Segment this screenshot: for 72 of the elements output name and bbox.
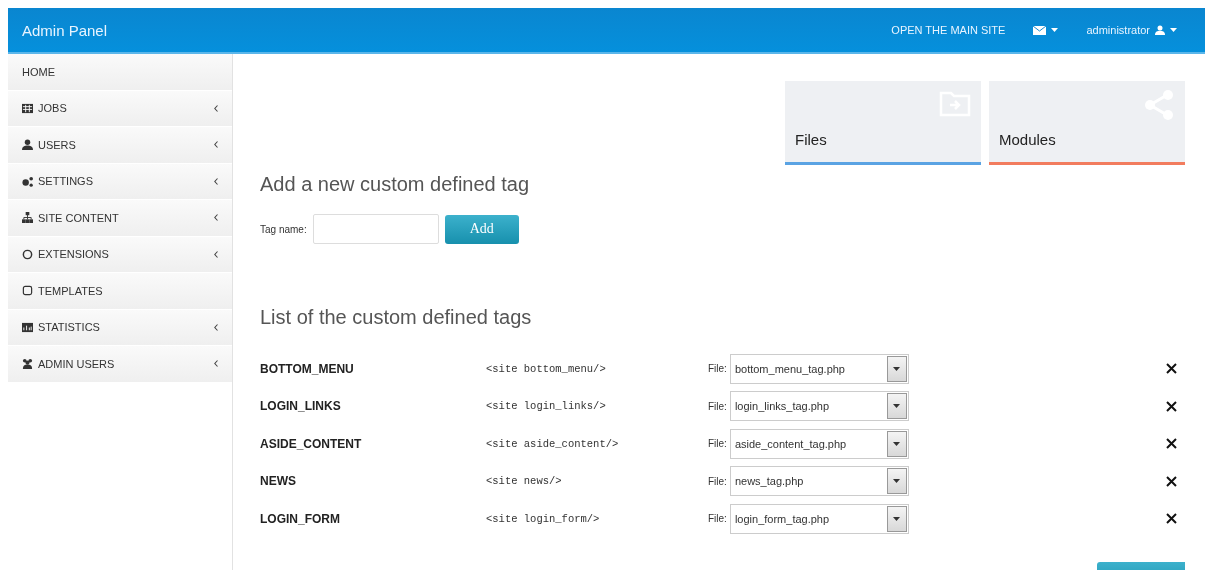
chevron-left-icon xyxy=(214,250,218,258)
sidebar-item[interactable]: EXTENSIONS xyxy=(8,236,232,273)
file-label: File: xyxy=(708,363,727,375)
sidebar-item[interactable]: SITE CONTENT xyxy=(8,200,232,237)
chevron-left-icon xyxy=(214,141,218,149)
caret-down-icon xyxy=(1051,28,1059,32)
tag-name: LOGIN_LINKS xyxy=(260,399,342,414)
sidebar-item[interactable]: TEMPLATES xyxy=(8,273,232,310)
delete-button[interactable] xyxy=(1166,513,1177,525)
sidebar-item[interactable]: HOME xyxy=(8,54,232,91)
messages-menu[interactable] xyxy=(1033,25,1059,35)
chevron-left-icon xyxy=(214,177,218,185)
user-icon xyxy=(22,139,33,151)
sidebar-item[interactable]: ADMIN USERS xyxy=(8,346,232,383)
caret-down-icon xyxy=(1170,28,1177,32)
close-icon xyxy=(1166,363,1177,375)
tile-label: Modules xyxy=(999,131,1056,148)
file-label: File: xyxy=(708,400,727,412)
file-label: File: xyxy=(708,438,727,450)
delete-button[interactable] xyxy=(1166,363,1177,375)
file-label: File: xyxy=(708,513,727,525)
envelope-icon xyxy=(1033,25,1047,35)
tag-code: <site news/> xyxy=(486,475,563,488)
tag-name: ASIDE_CONTENT xyxy=(260,436,363,451)
shortcut-tile[interactable]: Files xyxy=(785,81,981,165)
circle-icon xyxy=(22,248,33,260)
file-select[interactable]: news_tag.php xyxy=(729,466,909,497)
delete-button[interactable] xyxy=(1166,475,1177,487)
chevron-left-icon xyxy=(214,360,218,368)
file-select[interactable]: login_links_tag.php xyxy=(729,391,909,422)
delete-button[interactable] xyxy=(1166,400,1177,412)
tag-code: <site bottom_menu/> xyxy=(486,362,607,375)
tile-label: Files xyxy=(795,131,827,148)
section-heading: Add a new custom defined tag xyxy=(260,173,531,196)
chevron-left-icon xyxy=(214,104,218,112)
chevron-left-icon xyxy=(214,323,218,331)
close-icon xyxy=(1166,438,1177,450)
tag-name-field[interactable] xyxy=(312,214,439,244)
tag-code: <site aside_content/> xyxy=(486,437,620,450)
close-icon xyxy=(1166,400,1177,412)
sidebar-item[interactable]: SETTINGS xyxy=(8,163,232,200)
chart-icon xyxy=(22,321,33,333)
app-title: Admin Panel xyxy=(22,21,109,39)
file-label: File: xyxy=(708,475,727,487)
chevron-left-icon xyxy=(214,214,218,222)
file-select[interactable]: aside_content_tag.php xyxy=(729,428,909,459)
sitemap-icon xyxy=(22,212,33,224)
table-icon xyxy=(22,102,33,114)
section-heading: List of the custom defined tags xyxy=(260,306,533,329)
tag-code: <site login_form/> xyxy=(486,512,601,525)
sidebar-item[interactable]: JOBS xyxy=(8,90,232,127)
close-icon xyxy=(1166,475,1177,487)
sidebar-item[interactable]: STATISTICS xyxy=(8,309,232,346)
caret-down-icon xyxy=(893,366,901,371)
close-icon xyxy=(1166,513,1177,525)
tag-code: <site login_links/> xyxy=(486,400,607,413)
shortcut-tile[interactable]: Modules xyxy=(989,81,1185,165)
file-select[interactable]: login_form_tag.php xyxy=(729,503,909,534)
caret-down-icon xyxy=(893,404,901,409)
square-icon xyxy=(22,285,33,297)
sidebar-item[interactable]: USERS xyxy=(8,127,232,164)
tag-name: BOTTOM_MENU xyxy=(260,361,355,376)
caret-down-icon xyxy=(893,479,901,484)
tag-name: NEWS xyxy=(260,474,297,489)
field-label: Tag name: xyxy=(260,223,307,235)
delete-button[interactable] xyxy=(1166,438,1177,450)
file-select[interactable]: bottom_menu_tag.php xyxy=(729,353,909,384)
caret-down-icon xyxy=(893,441,901,446)
caret-down-icon xyxy=(893,516,901,521)
users-icon xyxy=(22,358,33,370)
user-icon xyxy=(1155,25,1165,35)
tag-name: LOGIN_FORM xyxy=(260,511,341,526)
